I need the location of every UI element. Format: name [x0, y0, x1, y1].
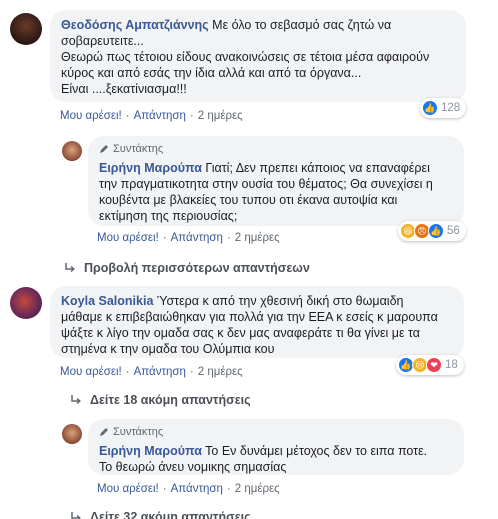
comment-text: Γιατί; Δεν πρεπει κάποιος να επαναφέρει — [205, 161, 430, 175]
view-more-replies[interactable]: Δείτε 18 ακόμη απαντήσεις — [70, 393, 251, 407]
reply-arrow-icon — [65, 263, 75, 273]
reaction-count: 18 — [445, 359, 458, 371]
avatar[interactable] — [10, 13, 42, 45]
reply-button[interactable]: Απάντηση — [134, 110, 186, 122]
reaction-count: 56 — [447, 225, 460, 237]
comment-line: σοβαρευτειτε... — [61, 34, 144, 48]
reply-arrow-icon — [71, 395, 81, 405]
pencil-icon — [100, 145, 108, 153]
comment-line: Ειρήνη Μαρούπα Το Εν δυνάμει μέτοχος δεν… — [99, 443, 453, 459]
view-more-replies[interactable]: Προβολή περισσότερων απαντήσεων — [64, 261, 310, 275]
comment-line: εκτίμηση της περιουσίας; — [99, 209, 238, 223]
pencil-icon — [100, 428, 108, 436]
timestamp[interactable]: 2 ημέρες — [235, 483, 280, 495]
comment-bubble: Koyla Salonikia Ύστερα κ από την χθεσινή… — [50, 286, 464, 358]
reply-button[interactable]: Απάντηση — [171, 232, 223, 244]
comment-line: μάθαμε κ επιβεβαιώθηκαν για πολλά για τη… — [61, 310, 438, 324]
comment-actions: Μου αρέσει! · Απάντηση · 2 ημέρες — [60, 110, 243, 122]
reaction-summary[interactable]: 👍 😢 ❤ 18 — [396, 355, 464, 375]
author-tag-label: Συντάκτης — [113, 143, 164, 155]
author-tag: Συντάκτης — [99, 424, 453, 440]
comment-line: Το θεωρώ άνευ νομικης σημασίας — [99, 460, 287, 474]
comment-line: Είναι ....ξεκατίνιασμα!!! — [61, 82, 187, 96]
like-button[interactable]: Μου αρέσει! — [60, 366, 122, 378]
comment-line: κύρος και από εσάς την ίδια αλλά και από… — [61, 66, 362, 80]
comment-line: ψάξτε κ λίγο την ομαδα σας κ δεν μας ανα… — [61, 326, 421, 340]
love-icon: ❤ — [426, 357, 442, 373]
like-icon: 👍 — [428, 223, 444, 239]
comment-actions: Μου αρέσει! · Απάντηση · 2 ημέρες — [97, 483, 280, 495]
comment-line: την πραγματικοτητα στην ουσία του θέματο… — [99, 177, 433, 191]
like-button[interactable]: Μου αρέσει! — [60, 110, 122, 122]
comment-author[interactable]: Ειρήνη Μαρούπα — [99, 161, 202, 175]
like-icon: 👍 — [422, 100, 438, 116]
reaction-count: 128 — [441, 102, 461, 114]
timestamp[interactable]: 2 ημέρες — [198, 110, 243, 122]
reply-arrow-icon — [71, 512, 81, 519]
comment-line: Θεωρώ πως τέτοιου είδους ανακοινώσεις σε… — [61, 50, 430, 64]
avatar[interactable] — [62, 424, 82, 444]
like-button[interactable]: Μου αρέσει! — [97, 483, 159, 495]
avatar[interactable] — [62, 141, 82, 161]
reply-button[interactable]: Απάντηση — [134, 366, 186, 378]
view-more-replies[interactable]: Δείτε 32 ακόμη απαντήσεις — [70, 510, 251, 519]
view-more-replies-label[interactable]: Δείτε 18 ακόμη απαντήσεις — [90, 393, 251, 407]
reply-bubble: Συντάκτης Ειρήνη Μαρούπα Γιατί; Δεν πρεπ… — [88, 136, 464, 226]
timestamp[interactable]: 2 ημέρες — [198, 366, 243, 378]
author-tag: Συντάκτης — [99, 141, 453, 157]
comment-text: Ύστερα κ από την χθεσινή δική στο θωμαιδ… — [156, 294, 404, 308]
comment-line: Koyla Salonikia Ύστερα κ από την χθεσινή… — [61, 293, 453, 309]
reaction-summary[interactable]: 😆 😠 👍 56 — [398, 221, 466, 241]
comment-author[interactable]: Ειρήνη Μαρούπα — [99, 444, 202, 458]
avatar[interactable] — [10, 287, 42, 319]
comment-text: Το Εν δυνάμει μέτοχος δεν το ειπα ποτε. — [205, 444, 428, 458]
comment-line: στημένα κ την ομαδα του Ολύμπια κου — [61, 342, 275, 356]
comment-line: Θεοδόσης Αμπατζιάννης Με όλο το σεβασμό … — [61, 17, 455, 33]
comment-text: Με όλο το σεβασμό σας ζητώ να — [212, 18, 392, 32]
author-tag-label: Συντάκτης — [113, 426, 164, 438]
view-more-replies-label[interactable]: Προβολή περισσότερων απαντήσεων — [84, 261, 310, 275]
reply-bubble: Συντάκτης Ειρήνη Μαρούπα Το Εν δυνάμει μ… — [88, 419, 464, 475]
timestamp[interactable]: 2 ημέρες — [235, 232, 280, 244]
comment-actions: Μου αρέσει! · Απάντηση · 2 ημέρες — [60, 366, 243, 378]
like-button[interactable]: Μου αρέσει! — [97, 232, 159, 244]
comment-author[interactable]: Koyla Salonikia — [61, 294, 153, 308]
comment-author[interactable]: Θεοδόσης Αμπατζιάννης — [61, 18, 209, 32]
comment-bubble: Θεοδόσης Αμπατζιάννης Με όλο το σεβασμό … — [50, 10, 466, 102]
reply-button[interactable]: Απάντηση — [171, 483, 223, 495]
comment-line: Ειρήνη Μαρούπα Γιατί; Δεν πρεπει κάποιος… — [99, 160, 453, 176]
comment-line: κουβέντα με βλακείες του τυπου οτι έκανα… — [99, 193, 398, 207]
reaction-summary[interactable]: 👍 128 — [420, 98, 467, 118]
comment-actions: Μου αρέσει! · Απάντηση · 2 ημέρες — [97, 232, 280, 244]
view-more-replies-label[interactable]: Δείτε 32 ακόμη απαντήσεις — [90, 510, 251, 519]
